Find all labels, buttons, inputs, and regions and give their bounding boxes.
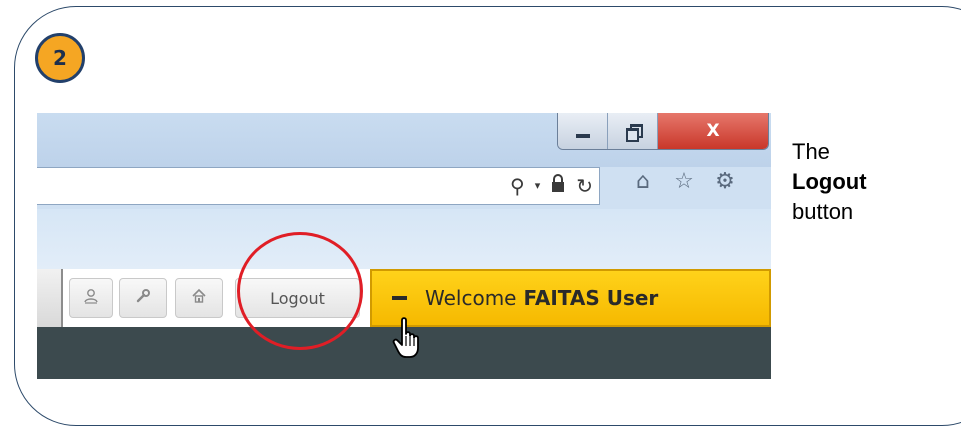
favorites-star-icon[interactable]: ☆ bbox=[670, 169, 698, 194]
step-number-badge: 2 bbox=[35, 33, 85, 83]
step-number: 2 bbox=[53, 46, 67, 70]
tools-button[interactable] bbox=[119, 278, 167, 318]
toolbar-left-edge bbox=[37, 269, 63, 327]
settings-gear-icon[interactable]: ⚙ bbox=[711, 169, 739, 194]
restore-icon bbox=[625, 124, 643, 142]
address-bar-icons: ⚲ ▾ ↻ bbox=[510, 173, 593, 199]
minimize-button[interactable] bbox=[558, 113, 608, 149]
window-controls: X bbox=[557, 113, 769, 150]
user-icon bbox=[83, 288, 99, 308]
minimize-icon bbox=[575, 134, 590, 138]
dropdown-caret-icon[interactable]: ▾ bbox=[535, 173, 541, 199]
browser-content-header bbox=[37, 209, 771, 269]
refresh-icon[interactable]: ↻ bbox=[576, 173, 593, 199]
annotation-line-2: Logout bbox=[792, 169, 867, 194]
close-button[interactable]: X bbox=[658, 113, 768, 149]
annotation-line-1: The bbox=[792, 139, 830, 164]
collapse-dash-icon bbox=[392, 296, 407, 300]
annotation-line-3: button bbox=[792, 199, 854, 224]
home-icon[interactable]: ⌂ bbox=[629, 169, 657, 194]
browser-screenshot: X ⚲ ▾ ↻ ⌂ ☆ ⚙ Logout Welcome FAITAS User bbox=[37, 113, 771, 379]
wrench-icon bbox=[135, 288, 151, 308]
welcome-user-name: FAITAS User bbox=[523, 286, 659, 310]
lock-icon[interactable] bbox=[550, 173, 566, 199]
highlight-circle bbox=[237, 232, 363, 350]
home-icon bbox=[191, 288, 207, 308]
hand-cursor-icon bbox=[391, 316, 425, 360]
annotation-text: The Logout button bbox=[792, 137, 867, 227]
search-icon[interactable]: ⚲ bbox=[510, 173, 525, 199]
close-icon: X bbox=[706, 121, 720, 141]
browser-toolbar-icons: ⌂ ☆ ⚙ bbox=[629, 169, 739, 194]
welcome-prefix: Welcome bbox=[425, 286, 517, 310]
home-button[interactable] bbox=[175, 278, 223, 318]
address-input[interactable]: ⚲ ▾ ↻ bbox=[37, 167, 600, 205]
title-bar: X bbox=[37, 113, 771, 167]
restore-button[interactable] bbox=[608, 113, 658, 149]
profile-button[interactable] bbox=[69, 278, 113, 318]
welcome-user-menu[interactable]: Welcome FAITAS User bbox=[370, 269, 771, 327]
